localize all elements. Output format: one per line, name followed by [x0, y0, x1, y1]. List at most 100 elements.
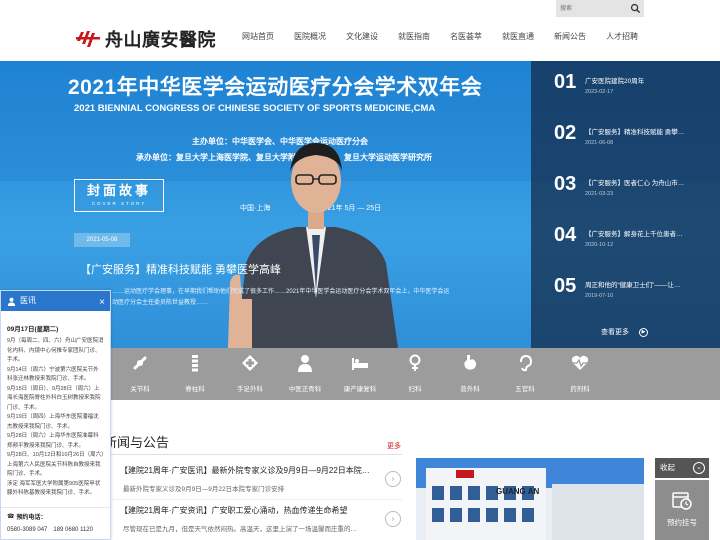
stomach-icon [464, 355, 477, 370]
user-icon [7, 297, 16, 306]
banner-headline[interactable]: 【广安服务】精准科技赋能 勇攀医学高峰 [80, 261, 281, 277]
banner-list-title: 【广安服务】解身花上千位患者… [585, 231, 683, 238]
nav-culture[interactable]: 文化建设 [336, 31, 388, 42]
view-more-label: 查看更多 [601, 329, 629, 336]
view-more-link[interactable]: 查看更多 ▶ [601, 327, 648, 337]
banner-list-num: 04 [554, 224, 577, 246]
page-root: 舟山廣安醫院 网站首页 医院概况 文化建设 就医指南 名医荟萃 就医直通 新闻公… [0, 0, 720, 540]
banner-list-date: 2019-07-10 [585, 293, 614, 299]
search-input[interactable] [560, 2, 626, 15]
news-desc: 最新外院专家义诊及9月9日—9月22日本院专家门诊安排 [123, 486, 285, 493]
banner-summary: ……运动医疗学会理事，在早期我们帮助他们完成了很多工作……2021年中华医学会运… [112, 289, 450, 306]
dept-label: 关节科 [130, 386, 150, 393]
phone-numbers: 0580-3089 047 189 0680 1120 [7, 527, 93, 533]
banner-list-item[interactable]: 05 周正和他的“健康卫士们”——让… 2019-07-10 [531, 265, 720, 316]
dept-hand-foot[interactable]: 手足外科 [230, 354, 270, 396]
nav-jobs[interactable]: 人才招聘 [596, 31, 648, 42]
popup-body: 09月17日(星期二) 9月（每周二、四、六）舟山广安医院消化内科、内镜中心何推… [1, 311, 110, 499]
site-header: 舟山廣安醫院 网站首页 医院概况 文化建设 就医指南 名医荟萃 就医直通 新闻公… [0, 18, 720, 61]
phone-title-label: 预约电话： [16, 515, 47, 521]
medical-cross-icon [242, 355, 258, 371]
nav-overview[interactable]: 医院概况 [284, 31, 336, 42]
dept-rehab[interactable]: 康产康复科 [340, 354, 380, 396]
dept-label: 妇科 [408, 386, 422, 393]
popup-line: 9月28日、10月12日和10月26日（周六）上海第六人民医院关节科陈自教授来我… [7, 452, 104, 477]
popup-date: 09月17日(星期二) [7, 326, 59, 333]
banner-list-date: 2020-10-12 [585, 242, 614, 248]
news-more-link[interactable]: 更多 [387, 441, 401, 451]
dept-joint[interactable]: 关节科 [120, 354, 160, 396]
chevron-right-icon[interactable]: › [385, 471, 401, 487]
dept-spine[interactable]: 脊柱科 [175, 354, 215, 396]
close-icon[interactable]: × [99, 293, 105, 313]
search-icon[interactable] [630, 3, 641, 14]
dept-label: 五官科 [515, 386, 535, 393]
dept-label: 中医正骨科 [288, 386, 322, 393]
ear-icon [520, 354, 533, 372]
banner-list-num: 05 [554, 275, 577, 297]
popup-line: 涉定 海军军医大学附属第905医院甲状腺外科陈基教授来我院门诊、手术。 [7, 480, 101, 497]
banner-list-item[interactable]: 03 【广安服务】医者仁心 为舟山市… 2021-03-23 [531, 163, 720, 214]
banner-list-num: 01 [554, 71, 577, 93]
chevron-right-icon[interactable]: › [385, 511, 401, 527]
banner-list-item[interactable]: 04 【广安服务】解身花上千位患者… 2020-10-12 [531, 214, 720, 265]
nav-guide[interactable]: 就医指南 [388, 31, 440, 42]
dept-gynecology[interactable]: 妇科 [395, 354, 435, 396]
collapse-button[interactable]: 收起 ⌄ [655, 458, 709, 478]
doctor-icon [298, 355, 312, 372]
nav-home[interactable]: 网站首页 [232, 31, 284, 42]
dept-ent[interactable]: 五官科 [505, 354, 545, 396]
news-item[interactable]: 【建院21周年·广安资讯】广安职工爱心涌动，热血传递生命希望 尽管现在已是九月，… [112, 505, 402, 539]
banner-list-num: 02 [554, 122, 577, 144]
side-widget: 收起 ⌄ 预约挂号 [655, 458, 709, 540]
banner-list-title: 周正和他的“健康卫士们”——让… [585, 282, 681, 289]
banner-title-cn: 2021年中华医学会运动医疗分会学术双年会 [68, 76, 483, 99]
dept-label: 药剂科 [570, 386, 590, 393]
collapse-label: 收起 [660, 463, 675, 472]
banner-list-item[interactable]: 01 广安医院建院20周年 2023-02-17 [531, 61, 720, 112]
banner-list-title: 【广安服务】精准科技赋能 勇攀… [585, 129, 685, 136]
popup-title: 医讯 [20, 296, 36, 305]
chevron-down-icon: ⌄ [693, 462, 705, 474]
banner-list-item[interactable]: 02 【广安服务】精准科技赋能 勇攀… 2021-06-08 [531, 112, 720, 163]
female-icon [409, 354, 421, 371]
site-logo[interactable]: 舟山廣安醫院 [75, 26, 216, 52]
banner-list-date: 2021-03-23 [585, 191, 614, 197]
banner-title-en: 2021 BIENNIAL CONGRESS OF CHINESE SOCIET… [74, 103, 436, 114]
top-bar [0, 0, 720, 18]
phone-icon: ☎ [7, 514, 15, 520]
popup-header: 医讯 × [1, 291, 110, 311]
news-title: 【建院21周年·广安资讯】广安职工爱心涌动，热血传递生命希望 [120, 506, 348, 515]
dept-label: 康产康复科 [343, 386, 377, 393]
news-item[interactable]: 【建院21周年·广安医讯】最新外院专家义诊及9月9日—9月22日本院… 最新外院… [112, 465, 402, 499]
doctor-portrait [228, 143, 398, 348]
dept-tcm[interactable]: 中医正骨科 [285, 354, 325, 396]
heartbeat-icon [571, 355, 589, 370]
cover-story-subtitle: COVER STORY [91, 201, 147, 206]
dept-label: 手足外科 [237, 386, 263, 393]
nav-direct[interactable]: 就医直通 [492, 31, 544, 42]
cover-story-badge: 封面故事 COVER STORY [74, 179, 164, 212]
popup-line: 9月19日（周四）上海华东医院潘福沈杰教授来我院门诊、手术。 [7, 414, 99, 430]
news-heading: 新闻与公告 [104, 435, 170, 450]
banner-list-title: 【广安服务】医者仁心 为舟山市… [585, 180, 685, 187]
calendar-clock-icon [672, 492, 692, 510]
news-desc: 尽管现在已是九月，但是天气依然闷热。高温天，这里上演了一场温馨而庄重的… [123, 526, 357, 533]
bed-icon [352, 358, 368, 370]
booking-button[interactable]: 预约挂号 [655, 480, 709, 540]
dept-pharmacy[interactable]: 药剂科 [560, 354, 600, 396]
nav-news[interactable]: 新闻公告 [544, 31, 596, 42]
banner-news-list: 01 广安医院建院20周年 2023-02-17 02 【广安服务】精准科技赋能… [531, 61, 720, 348]
spine-icon [192, 355, 198, 372]
popup-footer: ☎ 预约电话： 0580-3089 047 189 0680 1120 [1, 507, 110, 537]
hospital-building-photo[interactable]: GUANG AN [416, 458, 644, 540]
nav-doctors[interactable]: 名医荟萃 [440, 31, 492, 42]
news-divider [104, 454, 402, 455]
banner-list-date: 2023-02-17 [585, 89, 614, 95]
logo-text: 舟山廣安醫院 [105, 30, 216, 51]
joint-icon [133, 356, 147, 370]
medical-notice-popup: 医讯 × 09月17日(星期二) 9月（每周二、四、六）舟山广安医院消化内科、内… [0, 290, 111, 540]
news-separator [112, 499, 402, 500]
dept-general-surgery[interactable]: 普外科 [450, 354, 490, 396]
banner-list-title: 广安医院建院20周年 [585, 78, 645, 85]
